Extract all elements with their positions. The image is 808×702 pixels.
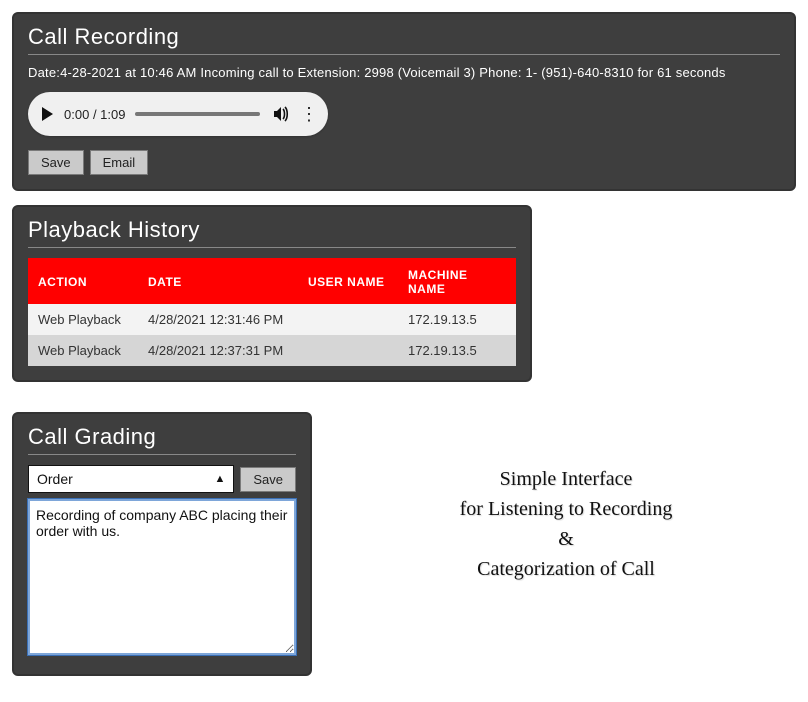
chevron-up-icon: ▲ [214, 473, 225, 485]
audio-current-time: 0:00 [64, 107, 89, 122]
kebab-menu-icon[interactable]: ⋮ [300, 105, 318, 123]
call-recording-details: Date:4-28-2021 at 10:46 AM Incoming call… [28, 65, 780, 80]
audio-player: 0:00 / 1:09 ⋮ [28, 92, 328, 136]
playback-history-title: Playback History [28, 217, 516, 248]
cell-machine: 172.19.13.5 [398, 304, 516, 335]
caption-line-4: Categorization of Call [336, 554, 796, 584]
audio-duration: 1:09 [100, 107, 125, 122]
grading-controls: Order ▲ Save [28, 465, 296, 493]
save-grading-button[interactable]: Save [240, 467, 296, 492]
caption-line-1: Simple Interface [336, 464, 796, 494]
caption-block: Simple Interface for Listening to Record… [336, 412, 796, 584]
save-recording-button[interactable]: Save [28, 150, 84, 175]
audio-seek-slider[interactable] [135, 112, 260, 116]
cell-action: Web Playback [28, 335, 138, 366]
recording-button-row: Save Email [28, 150, 780, 175]
grading-note-textarea[interactable] [28, 499, 296, 655]
cell-action: Web Playback [28, 304, 138, 335]
category-select[interactable]: Order ▲ [28, 465, 234, 493]
email-recording-button[interactable]: Email [90, 150, 149, 175]
table-header-row: ACTION DATE USER NAME MACHINE NAME [28, 259, 516, 304]
playback-history-table: ACTION DATE USER NAME MACHINE NAME Web P… [28, 258, 516, 366]
cell-user [298, 335, 398, 366]
cell-machine: 172.19.13.5 [398, 335, 516, 366]
table-row: Web Playback 4/28/2021 12:37:31 PM 172.1… [28, 335, 516, 366]
caption-line-3: & [336, 524, 796, 554]
category-select-value: Order [37, 471, 73, 487]
call-recording-panel: Call Recording Date:4-28-2021 at 10:46 A… [12, 12, 796, 191]
call-grading-title: Call Grading [28, 424, 296, 455]
volume-icon[interactable] [272, 105, 290, 123]
col-user: USER NAME [298, 259, 398, 304]
col-action: ACTION [28, 259, 138, 304]
table-row: Web Playback 4/28/2021 12:31:46 PM 172.1… [28, 304, 516, 335]
call-recording-title: Call Recording [28, 24, 780, 55]
col-date: DATE [138, 259, 298, 304]
playback-history-panel: Playback History ACTION DATE USER NAME M… [12, 205, 532, 382]
cell-user [298, 304, 398, 335]
play-icon[interactable] [38, 105, 56, 123]
lower-row: Call Grading Order ▲ Save Simple Interfa… [12, 412, 796, 690]
cell-date: 4/28/2021 12:37:31 PM [138, 335, 298, 366]
cell-date: 4/28/2021 12:31:46 PM [138, 304, 298, 335]
col-machine: MACHINE NAME [398, 259, 516, 304]
caption-line-2: for Listening to Recording [336, 494, 796, 524]
audio-time-display: 0:00 / 1:09 [64, 107, 125, 122]
call-grading-panel: Call Grading Order ▲ Save [12, 412, 312, 676]
